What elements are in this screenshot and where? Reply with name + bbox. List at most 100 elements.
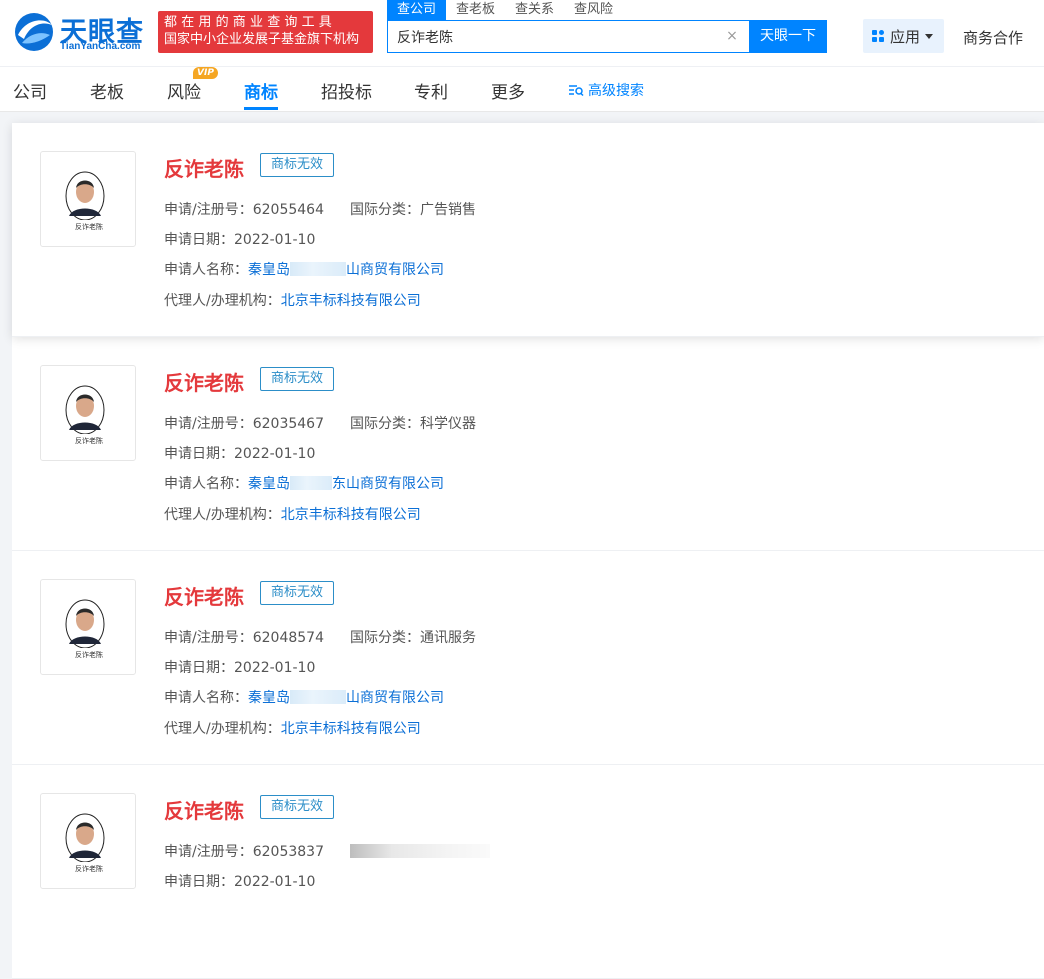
business-cooperation-link[interactable]: 商务合作 xyxy=(963,27,1023,48)
agent-link[interactable]: 北京丰标科技有限公司 xyxy=(281,293,421,309)
advanced-search-label: 高级搜索 xyxy=(588,83,644,99)
apply-date-row: 申请日期：2022-01-10 xyxy=(164,229,315,249)
trademark-name[interactable]: 反诈老陈 xyxy=(164,153,244,182)
trademark-name[interactable]: 反诈老陈 xyxy=(164,367,244,396)
intl-class-value: 广告销售 xyxy=(419,202,476,218)
trademark-card[interactable]: 反诈老陈 反诈老陈 商标无效 申请/注册号：62048574 国际分类：通讯服务 … xyxy=(12,551,1044,765)
advanced-search-link[interactable]: 高级搜索 xyxy=(568,80,644,100)
applicant-link[interactable]: 秦皇岛 东山商贸有限公司 xyxy=(248,476,444,492)
reg-no-label: 申请/注册号： xyxy=(164,630,253,646)
trademark-card[interactable]: 反诈老陈 反诈老陈 商标无效 申请/注册号：62053837 申请日期：2022… xyxy=(12,765,1044,979)
applicant-link[interactable]: 秦皇岛 山商贸有限公司 xyxy=(248,690,444,706)
status-badge: 商标无效 xyxy=(260,581,335,605)
status-badge: 商标无效 xyxy=(260,153,335,177)
nav-company[interactable]: 公司 xyxy=(13,78,47,112)
trademark-image[interactable]: 反诈老陈 xyxy=(40,579,136,675)
trademark-name[interactable]: 反诈老陈 xyxy=(164,581,244,610)
applicant-suffix: 山商贸有限公司 xyxy=(346,690,444,706)
trademark-image[interactable]: 反诈老陈 xyxy=(40,365,136,461)
trademark-card[interactable]: 反诈老陈 反诈老陈 商标无效 申请/注册号：62035467 国际分类：科学仪器 … xyxy=(12,337,1044,551)
active-tab-underline xyxy=(244,107,278,110)
redacted-blur xyxy=(349,844,490,858)
search-box: × xyxy=(387,20,749,53)
category-nav: 公司 老板 风险 VIP 商标 招投标 专利 更多 高级搜索 xyxy=(0,67,1044,112)
nav-risk[interactable]: 风险 xyxy=(167,78,201,112)
trademark-image[interactable]: 反诈老陈 xyxy=(40,793,136,889)
app-grid-icon xyxy=(872,29,885,43)
trademark-image[interactable]: 反诈老陈 xyxy=(40,151,136,247)
tianyancha-logo[interactable]: 天眼查 TianYanCha.com xyxy=(12,9,152,55)
reg-no-row: 申请/注册号：62048574 国际分类：通讯服务 xyxy=(164,627,476,647)
reg-no-value: 62048574 xyxy=(252,630,324,646)
applicant-label: 申请人名称： xyxy=(164,262,248,278)
applicant-link[interactable]: 秦皇岛 山商贸有限公司 xyxy=(248,262,444,278)
portrait-icon xyxy=(65,171,105,220)
trademark-name[interactable]: 反诈老陈 xyxy=(164,795,244,824)
agent-link[interactable]: 北京丰标科技有限公司 xyxy=(281,721,421,737)
reg-no-label: 申请/注册号： xyxy=(164,416,253,432)
nav-more[interactable]: 更多 xyxy=(491,78,525,112)
reg-no-label: 申请/注册号： xyxy=(164,844,253,860)
agent-row: 代理人/办理机构：北京丰标科技有限公司 xyxy=(164,290,421,310)
search-button[interactable]: 天眼一下 xyxy=(749,20,827,53)
reg-no-row: 申请/注册号：62035467 国际分类：科学仪器 xyxy=(164,413,476,433)
apply-date-label: 申请日期： xyxy=(164,660,234,676)
clear-icon[interactable]: × xyxy=(725,28,739,44)
portrait-icon xyxy=(65,599,105,648)
apply-date-label: 申请日期： xyxy=(164,874,234,890)
intl-class-label: 国际分类： xyxy=(349,630,420,646)
nav-bidding[interactable]: 招投标 xyxy=(321,78,372,112)
search-type-tabs: 查公司 查老板 查关系 查风险 xyxy=(387,0,623,20)
tab-search-boss[interactable]: 查老板 xyxy=(446,0,505,20)
slogan-line-1: 都在用的商业查询工具 xyxy=(164,15,337,30)
applicant-label: 申请人名称： xyxy=(164,476,248,492)
applicant-row: 申请人名称：秦皇岛 山商贸有限公司 xyxy=(164,687,444,707)
trademark-result-list: 反诈老陈 反诈老陈 商标无效 申请/注册号：62055464 国际分类：广告销售 … xyxy=(12,123,1044,979)
applicant-suffix: 山商贸有限公司 xyxy=(346,262,444,278)
vip-badge: VIP xyxy=(193,67,218,79)
applicant-label: 申请人名称： xyxy=(164,690,248,706)
nav-patent[interactable]: 专利 xyxy=(414,78,448,112)
applicant-suffix: 东山商贸有限公司 xyxy=(332,476,444,492)
agent-link[interactable]: 北京丰标科技有限公司 xyxy=(281,507,421,523)
intl-class-label: 国际分类： xyxy=(349,416,420,432)
reg-no-value: 62035467 xyxy=(252,416,324,432)
apply-date-row: 申请日期：2022-01-10 xyxy=(164,443,315,463)
filter-search-icon xyxy=(569,85,584,97)
portrait-icon xyxy=(65,385,105,434)
trademark-image-caption: 反诈老陈 xyxy=(75,223,103,231)
reg-no-value: 62053837 xyxy=(252,844,324,860)
reg-no-label: 申请/注册号： xyxy=(164,202,253,218)
apply-date-value: 2022-01-10 xyxy=(234,874,316,890)
app-menu-button[interactable]: 应用 xyxy=(863,19,944,53)
search-input[interactable] xyxy=(388,21,718,52)
agent-row: 代理人/办理机构：北京丰标科技有限公司 xyxy=(164,718,421,738)
tab-search-company[interactable]: 查公司 xyxy=(387,0,447,20)
reg-no-row: 申请/注册号：62055464 国际分类：广告销售 xyxy=(164,199,476,219)
trademark-image-caption: 反诈老陈 xyxy=(75,651,103,659)
app-menu-label: 应用 xyxy=(890,27,921,46)
redacted-blur xyxy=(290,262,346,276)
reg-no-value: 62055464 xyxy=(252,202,324,218)
agent-label: 代理人/办理机构： xyxy=(164,721,281,737)
agent-label: 代理人/办理机构： xyxy=(164,507,281,523)
trademark-image-caption: 反诈老陈 xyxy=(75,865,103,873)
portrait-icon xyxy=(65,813,105,862)
reg-no-row: 申请/注册号：62053837 xyxy=(164,841,490,861)
apply-date-row: 申请日期：2022-01-10 xyxy=(164,657,315,677)
apply-date-label: 申请日期： xyxy=(164,446,234,462)
applicant-row: 申请人名称：秦皇岛 东山商贸有限公司 xyxy=(164,473,444,493)
slogan-line-2: 国家中小企业发展子基金旗下机构 xyxy=(164,32,360,47)
applicant-prefix: 秦皇岛 xyxy=(248,262,290,278)
applicant-prefix: 秦皇岛 xyxy=(248,476,290,492)
slogan-banner: 都在用的商业查询工具 国家中小企业发展子基金旗下机构 xyxy=(158,11,373,53)
apply-date-value: 2022-01-10 xyxy=(234,232,316,248)
intl-class-value: 科学仪器 xyxy=(419,416,476,432)
apply-date-row: 申请日期：2022-01-10 xyxy=(164,871,315,891)
nav-boss[interactable]: 老板 xyxy=(90,78,124,112)
apply-date-value: 2022-01-10 xyxy=(234,446,316,462)
applicant-row: 申请人名称：秦皇岛 山商贸有限公司 xyxy=(164,259,444,279)
trademark-card[interactable]: 反诈老陈 反诈老陈 商标无效 申请/注册号：62055464 国际分类：广告销售 … xyxy=(12,123,1044,337)
tab-search-relation[interactable]: 查关系 xyxy=(505,0,564,20)
tab-search-risk[interactable]: 查风险 xyxy=(564,0,623,20)
